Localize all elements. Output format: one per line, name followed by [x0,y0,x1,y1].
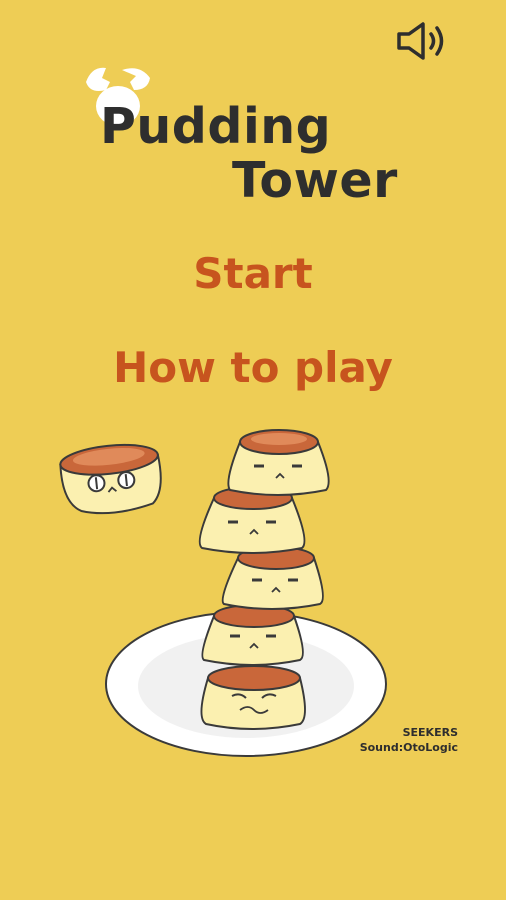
pudding-5 [200,665,306,730]
pudding-4 [201,604,304,666]
how-to-play-button[interactable]: How to play [0,347,506,389]
game-logo: Pudding Tower [78,60,418,210]
studio-credit: SEEKERS [402,726,458,739]
speaker-volume-icon [397,22,444,60]
pudding-2 [198,486,306,554]
sound-toggle-button[interactable] [393,18,451,64]
flying-pudding [59,443,162,515]
pudding-3 [221,546,324,610]
title-line-1: Pudding [100,98,332,155]
title-line-2: Tower [232,152,398,209]
sound-credit: Sound:OtoLogic [359,741,458,754]
pudding-1 [227,429,330,496]
start-button[interactable]: Start [0,253,506,295]
